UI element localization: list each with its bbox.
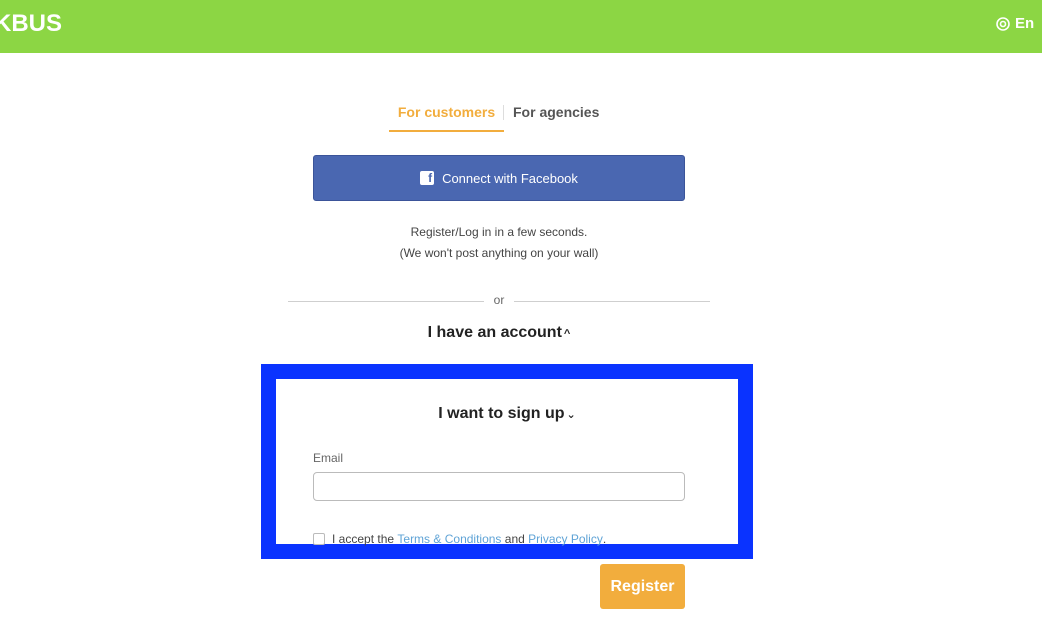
tab-for-agencies[interactable]: For agencies [513, 100, 603, 124]
login-title: I have an account [427, 324, 562, 341]
language-selector[interactable]: En ⌄ [996, 15, 1042, 32]
logo[interactable]: KBUS [0, 10, 62, 38]
signup-title: I want to sign up [438, 405, 565, 422]
terms-link[interactable]: Terms & Conditions [397, 532, 501, 546]
facebook-note-line2: (We won't post anything on your wall) [399, 246, 599, 260]
period: . [602, 532, 607, 546]
divider-line-right [514, 301, 710, 302]
and-text: and [504, 532, 525, 546]
email-field[interactable] [313, 472, 685, 501]
signup-highlight-frame: I want to sign up ⌄ Email I accept the Te… [261, 364, 753, 559]
signup-toggle[interactable]: I want to sign up ⌄ [276, 405, 738, 423]
divider-line-left [288, 301, 484, 302]
top-bar: KBUS En ⌄ [0, 0, 1042, 53]
terms-acceptance: I accept the Terms & Conditions and Priv… [313, 532, 606, 546]
tab-separator [503, 105, 504, 120]
or-divider: or [288, 292, 710, 310]
accept-terms-checkbox[interactable] [313, 533, 325, 545]
chevron-down-icon: ⌄ [566, 409, 576, 421]
signup-panel: I want to sign up ⌄ Email I accept the Te… [276, 379, 738, 546]
globe-icon [996, 16, 1010, 31]
facebook-note: Register/Log in in a few seconds. (We wo… [313, 222, 685, 264]
facebook-button-label: Connect with Facebook [442, 170, 578, 186]
facebook-icon: f [420, 171, 435, 185]
email-label: Email [313, 451, 344, 465]
auth-tabs: For customers For agencies [389, 100, 609, 132]
language-label: En [1015, 15, 1035, 32]
register-button[interactable]: Register [600, 564, 685, 609]
tab-for-customers[interactable]: For customers [389, 100, 504, 132]
connect-facebook-button[interactable]: f Connect with Facebook [313, 155, 685, 201]
accept-prefix: I accept the [332, 532, 395, 546]
chevron-up-icon: ^ [563, 328, 571, 340]
privacy-link[interactable]: Privacy Policy [528, 532, 603, 546]
facebook-note-line1: Register/Log in in a few seconds. [410, 225, 588, 239]
login-toggle[interactable]: I have an account ^ [313, 324, 685, 342]
or-label: or [493, 293, 505, 307]
